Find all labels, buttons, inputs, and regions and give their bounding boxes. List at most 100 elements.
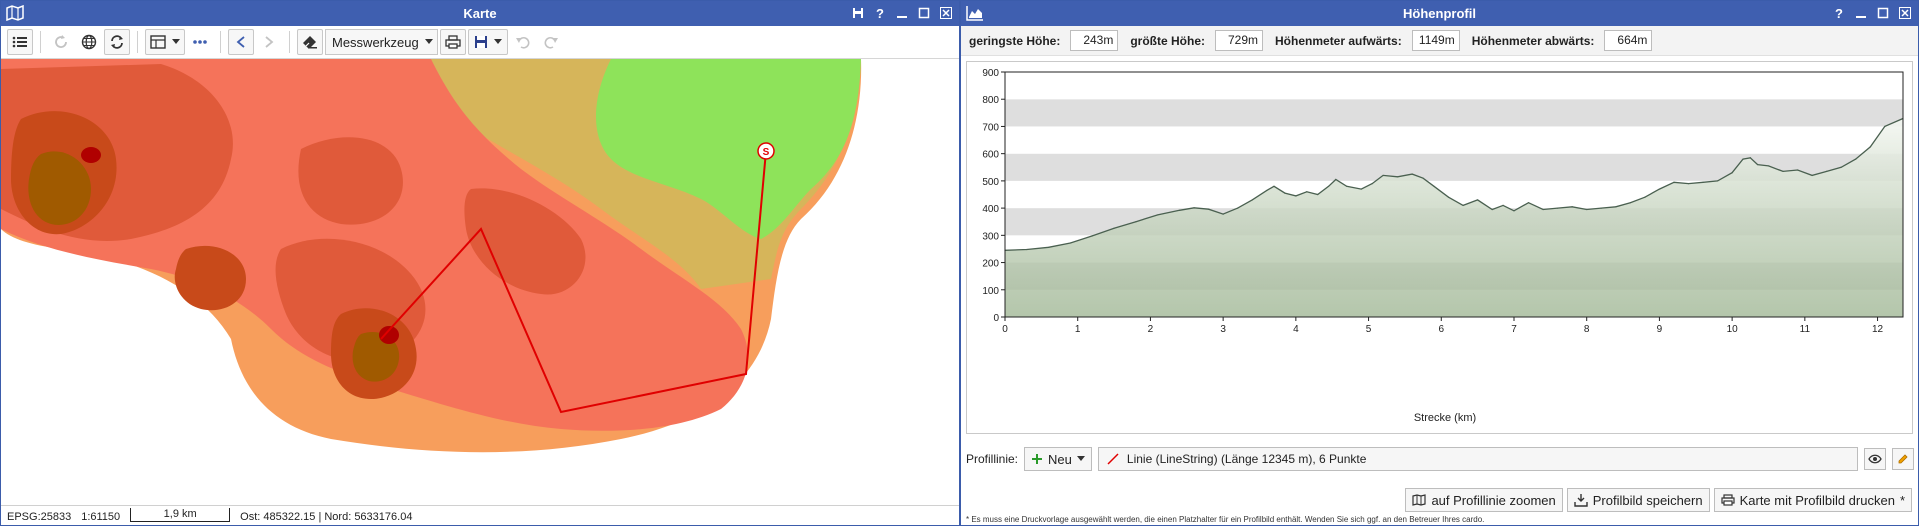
pencil-icon <box>1898 454 1908 464</box>
elevation-point <box>1327 185 1330 187</box>
elevation-point <box>1756 163 1759 166</box>
elevation-point <box>1884 125 1886 128</box>
elevation-stats: geringste Höhe: 243m größte Höhe: 729m H… <box>961 26 1918 56</box>
elevation-point <box>1491 208 1493 211</box>
elevation-point <box>1855 158 1857 160</box>
measure-tool-dropdown[interactable]: Messwerkzeug <box>325 29 438 55</box>
more-icon <box>193 40 207 44</box>
profile-window-title: Höhenprofil <box>1403 6 1476 21</box>
back-button[interactable] <box>228 29 254 55</box>
elevation-point <box>1251 199 1253 201</box>
descent-value: 664m <box>1604 30 1653 51</box>
layer-list-button[interactable] <box>7 29 33 55</box>
coordinates-readout: Ost: 485322.15 | Nord: 5633176.04 <box>240 510 413 523</box>
maximize-icon[interactable] <box>915 4 933 22</box>
eraser-button[interactable] <box>297 29 323 55</box>
elevation-point <box>1557 207 1559 209</box>
elevation-point <box>1048 246 1050 248</box>
chevron-left-icon <box>236 36 245 48</box>
elevation-point <box>1447 196 1450 198</box>
elevation-point <box>1586 208 1588 211</box>
save-icon <box>474 36 487 48</box>
profile-actions: auf Profillinie zoomen Profilbild speich… <box>961 485 1918 515</box>
elevation-point <box>1371 183 1373 185</box>
elevation-point <box>1571 206 1573 208</box>
forward-button[interactable] <box>256 29 282 55</box>
profile-titlebar: Höhenprofil ? <box>961 1 1918 26</box>
reload-button[interactable] <box>104 29 130 55</box>
elevation-point <box>1317 193 1319 196</box>
print-map-with-profile-button[interactable]: Karte mit Profilbild drucken * <box>1713 488 1912 512</box>
globe-button[interactable] <box>76 29 102 55</box>
elevation-point <box>1207 208 1210 210</box>
close-icon[interactable] <box>937 4 955 22</box>
plus-icon <box>1032 454 1043 464</box>
elevation-chart: 0 100 200 300 400 500 600 700 800 900 01234567891… <box>966 61 1913 434</box>
min-height-value: 243m <box>1070 30 1119 51</box>
save-icon[interactable] <box>849 4 867 22</box>
elevation-point <box>1295 195 1297 197</box>
edit-line-button[interactable] <box>1891 448 1914 470</box>
elevation-point <box>1266 189 1268 192</box>
elevation-point <box>1869 146 1871 148</box>
layout-select-button[interactable] <box>145 29 185 55</box>
chevron-down-icon <box>424 39 433 44</box>
eraser-icon <box>303 36 317 49</box>
minimize-icon[interactable] <box>1852 4 1870 22</box>
elevation-point <box>1826 170 1828 172</box>
chevron-down-icon <box>1076 456 1085 461</box>
more-button[interactable] <box>187 29 213 55</box>
y-tick-label: 600 <box>982 150 999 161</box>
download-icon <box>1574 494 1588 507</box>
map-titlebar: Karte ? <box>1 1 959 26</box>
elevation-point <box>1629 202 1631 204</box>
elevation-point <box>1193 207 1195 209</box>
elevation-point <box>1135 221 1137 223</box>
elevation-point <box>1237 207 1239 209</box>
scalebar-label: 1,9 km <box>163 507 197 520</box>
redo-icon <box>544 37 558 49</box>
profile-line-label: Profillinie: <box>966 452 1019 466</box>
help-icon[interactable]: ? <box>871 4 889 22</box>
refresh-disabled-button[interactable] <box>48 29 74 55</box>
minimize-icon[interactable] <box>893 4 911 22</box>
profile-line-select[interactable]: Linie (LineString) (Länge 12345 m), 6 Pu… <box>1097 447 1858 471</box>
elevation-point <box>1113 227 1115 229</box>
elevation-point <box>1513 210 1515 212</box>
ascent-label: Höhenmeter aufwärts: <box>1275 33 1402 48</box>
new-profile-line-button[interactable]: Neu <box>1024 447 1092 471</box>
elevation-point <box>1382 174 1384 177</box>
y-tick-label: 500 <box>982 177 999 188</box>
redo-button[interactable] <box>538 29 564 55</box>
map-canvas[interactable]: S <box>1 59 959 505</box>
elevation-point <box>1477 199 1479 201</box>
zoom-to-profile-button[interactable]: auf Profillinie zoomen <box>1405 488 1563 512</box>
zoom-to-profile-label: auf Profillinie zoomen <box>1431 492 1556 508</box>
y-tick-label: 200 <box>982 259 999 270</box>
crs-label: EPSG:25833 <box>7 510 72 523</box>
elevation-point <box>1796 169 1799 171</box>
save-profile-image-button[interactable]: Profilbild speichern <box>1566 488 1710 512</box>
max-height-value: 729m <box>1215 30 1264 51</box>
profile-line-row: Profillinie: Neu Linie (LineString) (Län… <box>961 445 1918 473</box>
x-tick-label: 3 <box>1220 324 1226 335</box>
elevation-point <box>1527 202 1530 204</box>
elevation-point <box>1433 185 1435 187</box>
map-statusbar: EPSG:25833 1:61150 1,9 km Ost: 485322.15… <box>1 505 959 525</box>
save-map-button[interactable] <box>467 29 508 55</box>
print-button[interactable] <box>439 29 466 55</box>
eye-icon <box>1868 454 1882 464</box>
close-icon[interactable] <box>1896 4 1914 22</box>
elevation-point <box>1178 209 1181 211</box>
visibility-button[interactable] <box>1863 448 1886 470</box>
scalebar: 1,9 km <box>130 507 231 522</box>
maximize-icon[interactable] <box>1874 4 1892 22</box>
print-map-with-profile-label: Karte mit Profilbild drucken <box>1739 492 1895 508</box>
help-icon[interactable]: ? <box>1830 4 1848 22</box>
new-button-label: Neu <box>1048 451 1072 467</box>
save-profile-image-label: Profilbild speichern <box>1592 492 1703 508</box>
x-tick-label: 11 <box>1800 324 1811 335</box>
map-toolbar: Messwerkzeug <box>1 26 959 59</box>
x-tick-label: 5 <box>1366 324 1372 335</box>
undo-button[interactable] <box>510 29 536 55</box>
